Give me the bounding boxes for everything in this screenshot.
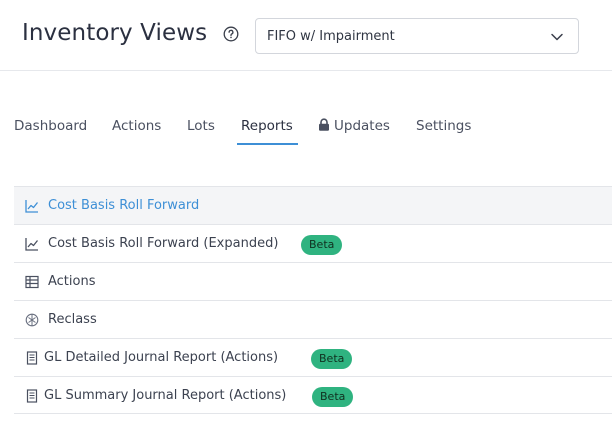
- view-select[interactable]: FIFO w/ Impairment: [255, 18, 579, 54]
- page-header: Inventory Views FIFO w/ Impairment: [0, 0, 612, 71]
- tab-actions[interactable]: Actions: [112, 118, 161, 134]
- table-icon: [25, 275, 39, 289]
- report-label: Actions: [48, 274, 96, 289]
- tab-lots[interactable]: Lots: [187, 118, 215, 134]
- tab-settings[interactable]: Settings: [416, 118, 471, 134]
- tab-updates[interactable]: Updates: [318, 118, 390, 134]
- report-label: Cost Basis Roll Forward (Expanded): [48, 236, 279, 251]
- page-title: Inventory Views: [22, 20, 208, 46]
- report-row-cost-basis-roll-forward-expanded[interactable]: Cost Basis Roll Forward (Expanded) Beta: [14, 224, 612, 262]
- beta-badge: Beta: [311, 349, 353, 369]
- report-row-cost-basis-roll-forward[interactable]: Cost Basis Roll Forward: [14, 186, 612, 224]
- report-row-reclass[interactable]: Reclass: [14, 300, 612, 338]
- report-label: Reclass: [48, 312, 97, 327]
- beta-badge: Beta: [312, 387, 354, 407]
- tab-reports[interactable]: Reports: [241, 118, 293, 134]
- report-row-actions[interactable]: Actions: [14, 262, 612, 300]
- view-select-value: FIFO w/ Impairment: [267, 29, 395, 44]
- reclass-icon: [25, 313, 39, 327]
- report-label: GL Summary Journal Report (Actions): [44, 388, 287, 403]
- help-circle-icon[interactable]: [223, 26, 239, 42]
- line-chart-icon: [25, 238, 39, 251]
- active-tab-indicator: [237, 143, 298, 145]
- tab-updates-label: Updates: [334, 118, 390, 134]
- report-label: GL Detailed Journal Report (Actions): [44, 350, 279, 365]
- report-row-gl-detailed-journal[interactable]: GL Detailed Journal Report (Actions) Bet…: [14, 338, 612, 376]
- document-icon: [26, 389, 38, 403]
- lock-icon: [319, 118, 329, 131]
- report-list: Cost Basis Roll Forward Cost Basis Roll …: [14, 186, 612, 414]
- chevron-down-icon: [551, 33, 563, 41]
- tab-dashboard[interactable]: Dashboard: [14, 118, 87, 134]
- report-row-gl-summary-journal[interactable]: GL Summary Journal Report (Actions) Beta: [14, 376, 612, 414]
- report-label: Cost Basis Roll Forward: [48, 198, 200, 213]
- line-chart-icon: [25, 200, 39, 213]
- document-icon: [26, 351, 38, 365]
- tab-bar: Dashboard Actions Lots Reports Updates S…: [0, 110, 612, 146]
- beta-badge: Beta: [301, 235, 343, 255]
